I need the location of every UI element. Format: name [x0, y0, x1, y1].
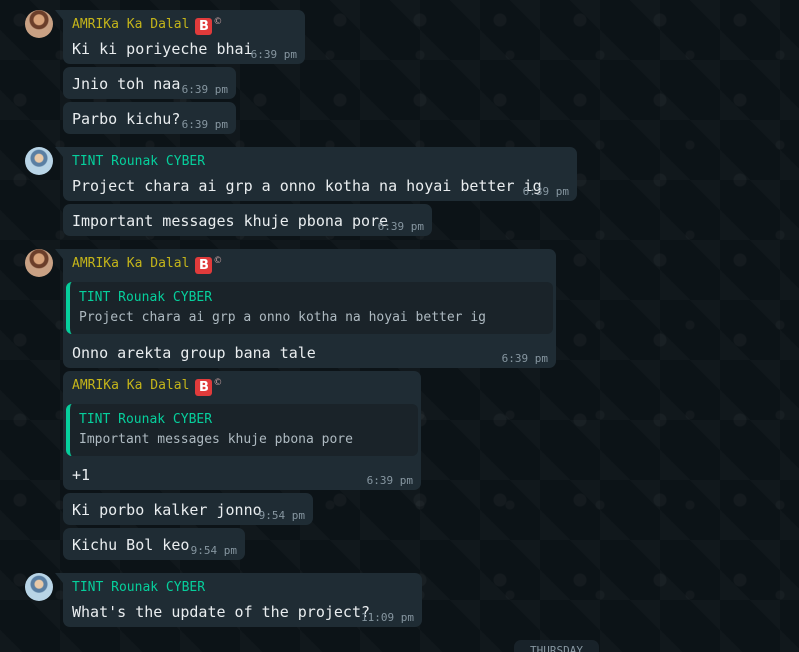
message-text: What's the update of the project? [72, 603, 371, 621]
sender-name[interactable]: AMRIKa Ka Dalal B © [72, 256, 222, 274]
quoted-sender: TINT Rounak CYBER [79, 290, 213, 305]
message-text: Onno arekta group bana tale [72, 344, 316, 362]
quoted-text: Important messages khuje pbona pore [79, 432, 353, 447]
message-text: Project chara ai grp a onno kotha na hoy… [72, 177, 542, 195]
copyright-icon: © [213, 378, 223, 388]
avatar-tint[interactable] [25, 573, 53, 601]
message-text: Ki ki poriyeche bhai [72, 40, 253, 58]
message-bubble[interactable]: Jnio toh naa 6:39 pm [63, 67, 236, 99]
sender-name[interactable]: AMRIKa Ka Dalal B © [72, 378, 222, 396]
message-time: 11:09 pm [361, 611, 414, 624]
message-time: 6:39 pm [181, 118, 228, 131]
sender-name-text[interactable]: AMRIKa Ka Dalal [72, 17, 189, 32]
bubble-tail [55, 147, 63, 157]
b-emoji-icon: B [195, 257, 213, 274]
bubble-tail [55, 573, 63, 583]
message-time: 6:39 pm [501, 352, 548, 365]
message-time: 6:39 pm [377, 220, 424, 233]
copyright-icon: © [213, 256, 223, 266]
sender-name-text[interactable]: AMRIKa Ka Dalal [72, 256, 189, 271]
message-text: Ki porbo kalker jonno [72, 501, 262, 519]
message-time: 9:54 pm [190, 544, 237, 557]
message-bubble[interactable]: AMRIKa Ka Dalal B © Ki ki poriyeche bhai 6… [55, 10, 305, 64]
avatar-amrika[interactable] [25, 249, 53, 277]
bubble-tail [55, 249, 63, 259]
message-bubble[interactable]: Important messages khuje pbona pore 6:39… [63, 204, 432, 236]
message-text: Jnio toh naa [72, 75, 181, 93]
quoted-message[interactable]: TINT Rounak CYBER Project chara ai grp a… [66, 282, 553, 334]
sender-name[interactable]: TINT Rounak CYBER [72, 154, 205, 169]
b-emoji-icon: B [195, 18, 213, 35]
message-time: 9:54 pm [258, 509, 305, 522]
message-bubble[interactable]: Kichu Bol keo 9:54 pm [63, 528, 245, 560]
message-time: 6:39 pm [181, 83, 228, 96]
avatar-tint[interactable] [25, 147, 53, 175]
sender-name[interactable]: AMRIKa Ka Dalal B © [72, 17, 222, 35]
message-bubble[interactable]: AMRIKa Ka Dalal B © TINT Rounak CYBER Impo… [63, 371, 421, 490]
message-text: Important messages khuje pbona pore [72, 212, 389, 230]
date-divider: THURSDAY [514, 640, 599, 652]
sender-name-text[interactable]: AMRIKa Ka Dalal [72, 378, 189, 393]
b-emoji-icon: B [195, 379, 213, 396]
message-time: 6:39 pm [366, 474, 413, 487]
sender-name[interactable]: TINT Rounak CYBER [72, 580, 205, 595]
message-text: +1 [72, 466, 91, 484]
message-time: 6:39 pm [250, 48, 297, 61]
message-text: Kichu Bol keo [72, 536, 190, 554]
message-bubble[interactable]: TINT Rounak CYBER Project chara ai grp a… [55, 147, 577, 201]
message-bubble[interactable]: Ki porbo kalker jonno 9:54 pm [63, 493, 313, 525]
message-bubble[interactable]: Parbo kichu? 6:39 pm [63, 102, 236, 134]
message-bubble[interactable]: AMRIKa Ka Dalal B © TINT Rounak CYBER Proj… [55, 249, 556, 368]
copyright-icon: © [213, 17, 223, 27]
message-time: 6:39 pm [522, 185, 569, 198]
avatar-amrika[interactable] [25, 10, 53, 38]
message-text: Parbo kichu? [72, 110, 181, 128]
message-bubble[interactable]: TINT Rounak CYBER What's the update of t… [55, 573, 422, 627]
quoted-message[interactable]: TINT Rounak CYBER Important messages khu… [66, 404, 418, 456]
quoted-text: Project chara ai grp a onno kotha na hoy… [79, 310, 486, 325]
quoted-sender: TINT Rounak CYBER [79, 412, 213, 427]
bubble-tail [55, 10, 63, 20]
